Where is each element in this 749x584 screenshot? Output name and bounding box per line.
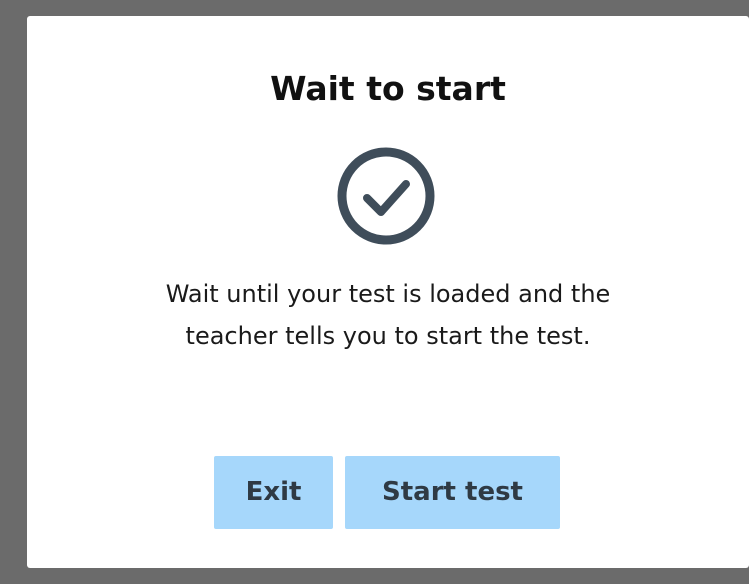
message-line: teacher tells you to start the test. [185,322,591,350]
exit-button[interactable]: Exit [214,456,333,529]
start-test-button[interactable]: Start test [345,456,560,529]
check-circle-icon [337,147,435,245]
instruction-message: Wait until your test is loaded and the t… [27,273,749,357]
dialog-title: Wait to start [270,69,506,108]
wait-to-start-dialog: Wait to start Wait until your test is lo… [27,16,749,568]
message-line: Wait until your test is loaded and the [165,280,611,308]
